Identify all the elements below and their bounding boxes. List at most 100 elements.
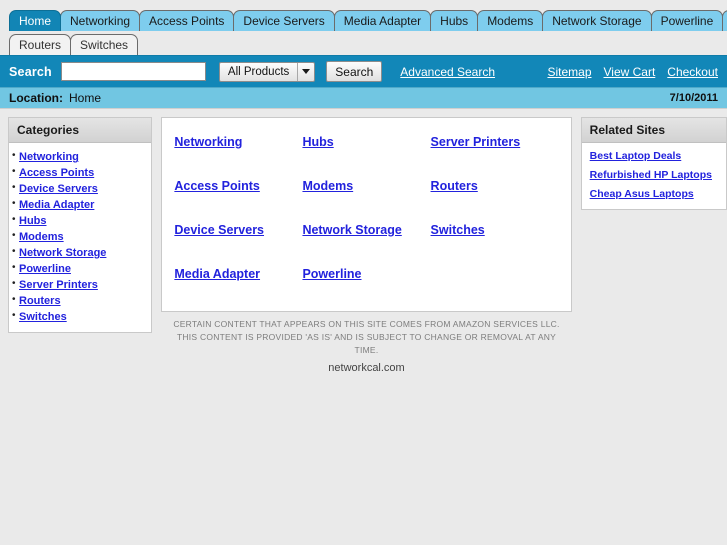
- location-bar: Location: Home 7/10/2011: [0, 87, 727, 109]
- top-link-checkout[interactable]: Checkout: [667, 65, 718, 79]
- category-link-hubs[interactable]: Hubs: [302, 135, 333, 149]
- sidebar-item-device-servers[interactable]: Device Servers: [19, 183, 98, 195]
- tab-label: Networking: [70, 14, 131, 28]
- related-sites-panel: Related Sites Best Laptop Deals Refurbish…: [580, 117, 727, 210]
- top-link-view-cart[interactable]: View Cart: [604, 65, 656, 79]
- list-item: Server Printers: [9, 277, 151, 293]
- tab-label: Modems: [487, 14, 534, 28]
- category-link-networking[interactable]: Networking: [174, 135, 242, 149]
- tab-label: Switches: [80, 38, 129, 52]
- product-category-select[interactable]: All Products: [218, 61, 316, 82]
- grid-cell: [431, 265, 559, 283]
- chevron-down-icon[interactable]: [297, 62, 314, 81]
- tab-row-secondary: Routers Switches: [0, 33, 727, 55]
- sidebar-item-networking[interactable]: Networking: [19, 151, 79, 163]
- list-item: Modems: [9, 229, 151, 245]
- amazon-disclaimer: CERTAIN CONTENT THAT APPEARS ON THIS SIT…: [173, 319, 560, 356]
- tab-label: Device Servers: [243, 14, 325, 28]
- tab-powerline[interactable]: Powerline: [650, 10, 724, 31]
- list-item: Device Servers: [9, 181, 151, 197]
- tab-label: Hubs: [440, 14, 469, 28]
- tab-device-servers[interactable]: Device Servers: [233, 10, 335, 31]
- sidebar-item-modems[interactable]: Modems: [19, 231, 64, 243]
- tab-networking[interactable]: Networking: [60, 10, 141, 31]
- sidebar-item-routers[interactable]: Routers: [19, 295, 61, 307]
- related-link-best-laptop-deals[interactable]: Best Laptop Deals: [590, 150, 718, 162]
- tab-switches[interactable]: Switches: [70, 34, 139, 55]
- list-item: Hubs: [9, 213, 151, 229]
- sidebar-item-network-storage[interactable]: Network Storage: [19, 247, 106, 259]
- tab-home[interactable]: Home: [9, 10, 62, 31]
- tab-hubs[interactable]: Hubs: [430, 10, 479, 31]
- categories-title: Categories: [9, 118, 152, 143]
- tab-label: Media Adapter: [343, 14, 422, 28]
- location-value: Home: [69, 91, 102, 105]
- categories-list: Networking Access Points Device Servers Med…: [9, 143, 151, 332]
- list-item: Routers: [9, 293, 151, 309]
- related-link-cheap-asus-laptops[interactable]: Cheap Asus Laptops: [590, 188, 718, 200]
- category-links-grid: Networking Hubs Server Printers Access Poin…: [162, 118, 570, 311]
- sidebar-item-access-points[interactable]: Access Points: [19, 167, 94, 179]
- main-content: Networking Hubs Server Printers Access Poin…: [161, 117, 572, 374]
- category-link-switches[interactable]: Switches: [431, 223, 485, 237]
- top-link-sitemap[interactable]: Sitemap: [547, 65, 591, 79]
- list-item: Network Storage: [9, 245, 151, 261]
- grid-cell: Networking: [174, 133, 302, 151]
- category-link-powerline[interactable]: Powerline: [302, 267, 361, 281]
- grid-cell: Modems: [302, 177, 430, 195]
- related-sites-title: Related Sites: [581, 118, 726, 143]
- related-link-refurbished-hp-laptops[interactable]: Refurbished HP Laptops: [590, 169, 718, 181]
- sidebar-item-server-printers[interactable]: Server Printers: [19, 279, 98, 291]
- sidebar-item-hubs[interactable]: Hubs: [19, 215, 47, 227]
- grid-cell: Access Points: [174, 177, 302, 195]
- grid-cell: Routers: [431, 177, 559, 195]
- tab-media-adapter[interactable]: Media Adapter: [333, 10, 432, 31]
- category-link-server-printers[interactable]: Server Printers: [431, 135, 521, 149]
- tab-label: Powerline: [660, 14, 714, 28]
- category-link-access-points[interactable]: Access Points: [174, 179, 259, 193]
- tab-label: Routers: [19, 38, 62, 52]
- list-item: Powerline: [9, 261, 151, 277]
- categories-panel: Categories Networking Access Points Device…: [8, 117, 153, 333]
- search-bar: Search All Products Search Advanced Sear…: [0, 55, 727, 87]
- grid-cell: Hubs: [302, 133, 430, 151]
- list-item: Switches: [9, 309, 151, 325]
- sidebar-item-switches[interactable]: Switches: [19, 311, 67, 323]
- top-utility-links: Sitemap View Cart Checkout: [547, 65, 718, 79]
- category-link-device-servers[interactable]: Device Servers: [174, 223, 264, 237]
- page-body: Categories Networking Access Points Device…: [0, 109, 727, 374]
- tab-modems[interactable]: Modems: [477, 10, 544, 31]
- category-link-media-adapter[interactable]: Media Adapter: [174, 267, 260, 281]
- location-label: Location:: [9, 91, 63, 105]
- list-item: Networking: [9, 149, 151, 165]
- category-link-routers[interactable]: Routers: [431, 179, 478, 193]
- tab-network-storage[interactable]: Network Storage: [542, 10, 652, 31]
- category-link-modems[interactable]: Modems: [302, 179, 353, 193]
- search-input[interactable]: [60, 62, 206, 81]
- site-name: networkcal.com: [328, 361, 405, 374]
- search-button[interactable]: Search: [326, 61, 383, 82]
- tab-access-points[interactable]: Access Points: [139, 10, 235, 31]
- grid-cell: Media Adapter: [174, 265, 302, 283]
- tab-row-primary: Home Networking Access Points Device Server…: [0, 8, 727, 31]
- category-links-panel: Networking Hubs Server Printers Access Poin…: [161, 117, 572, 312]
- tab-server-printers[interactable]: Server Printers: [722, 10, 727, 31]
- grid-cell: Server Printers: [431, 133, 559, 151]
- tab-label: Network Storage: [552, 14, 642, 28]
- sidebar-item-powerline[interactable]: Powerline: [19, 263, 71, 275]
- grid-cell: Network Storage: [302, 221, 430, 239]
- product-category-value: All Products: [227, 65, 290, 78]
- related-sites-list: Best Laptop Deals Refurbished HP Laptops C…: [582, 143, 726, 209]
- tab-routers[interactable]: Routers: [9, 34, 72, 55]
- list-item: Access Points: [9, 165, 151, 181]
- sidebar-item-media-adapter[interactable]: Media Adapter: [19, 199, 94, 211]
- grid-cell: Powerline: [302, 265, 430, 283]
- tab-label: Home: [19, 14, 52, 28]
- list-item: Media Adapter: [9, 197, 151, 213]
- grid-cell: Switches: [431, 221, 559, 239]
- grid-cell: Device Servers: [174, 221, 302, 239]
- advanced-search-link[interactable]: Advanced Search: [400, 65, 495, 79]
- current-date: 7/10/2011: [669, 92, 718, 104]
- search-label: Search: [9, 64, 52, 79]
- category-link-network-storage[interactable]: Network Storage: [302, 223, 401, 237]
